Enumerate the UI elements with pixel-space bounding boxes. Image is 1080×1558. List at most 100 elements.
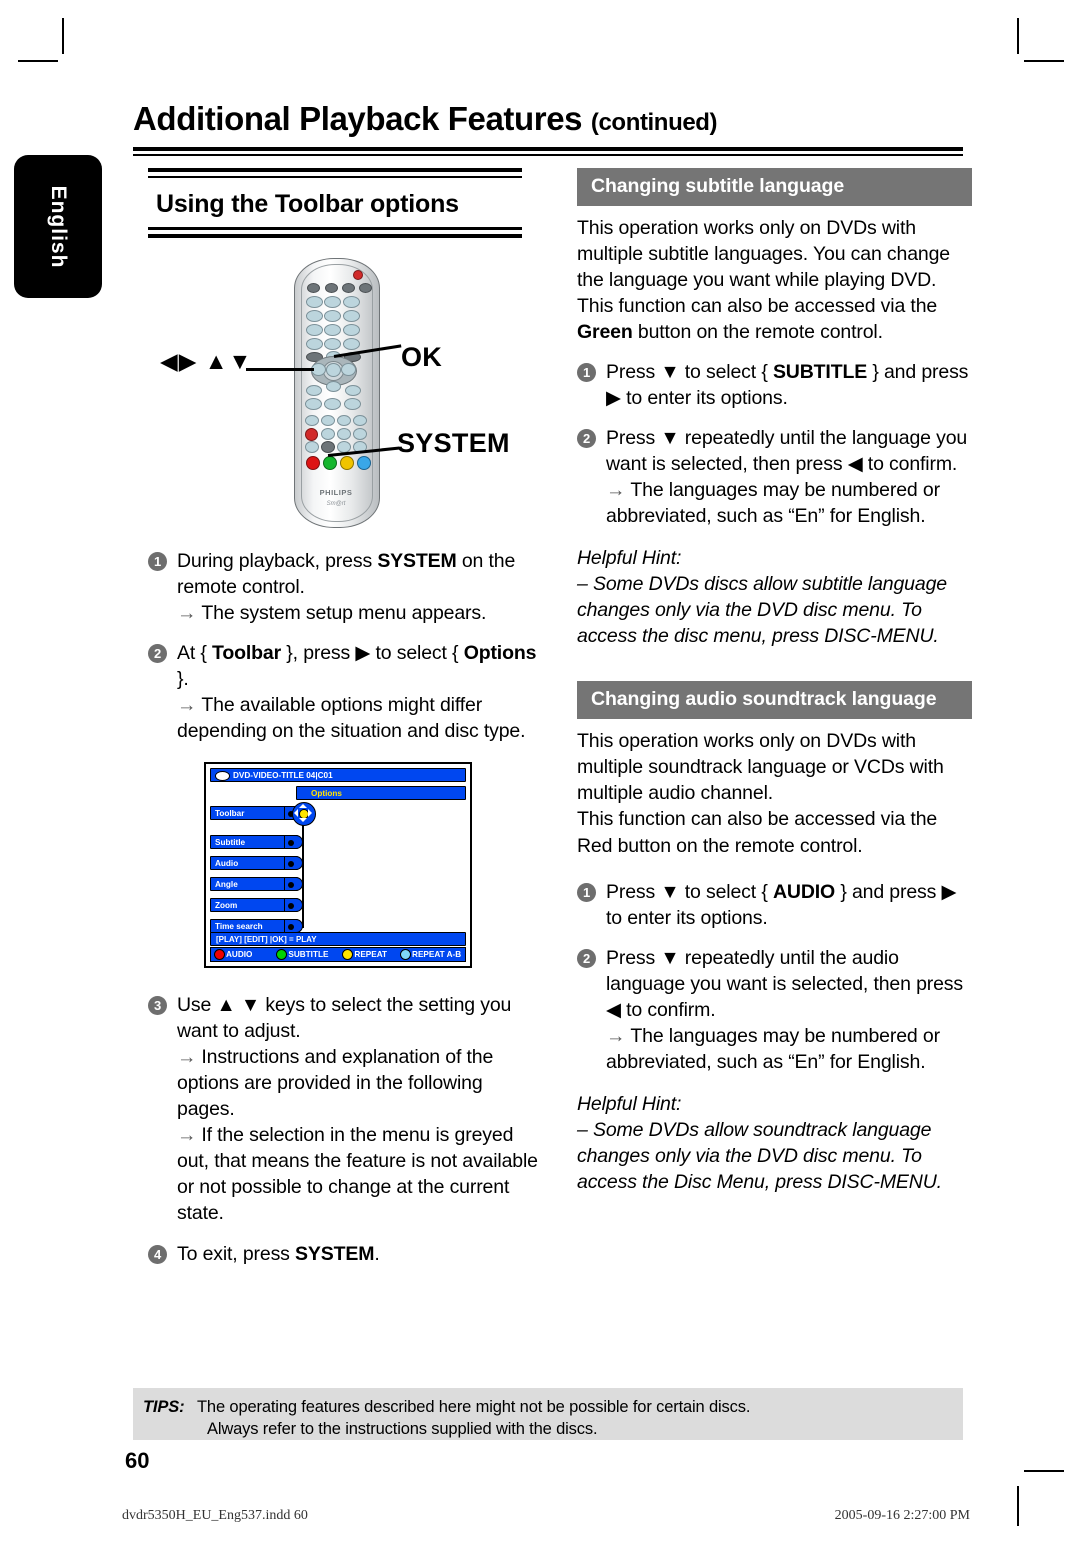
- remote-fn-6: [321, 428, 335, 440]
- remote-fn-8: [353, 428, 367, 440]
- subtitle-paragraph-2: This function can also be accessed via t…: [577, 295, 938, 344]
- remote-key-3: [343, 296, 360, 308]
- step-number: 1: [577, 882, 596, 902]
- step-note: → Instructions and explanation of the opt…: [177, 1046, 494, 1121]
- osd-knob-audio: [284, 856, 303, 871]
- osd-connector-line: [302, 818, 304, 929]
- standby-button-icon: [353, 270, 363, 280]
- step-text: Use ▲ ▼ keys to select the setting you w…: [177, 994, 512, 1043]
- section-heading-audio: Changing audio soundtrack language: [577, 681, 972, 720]
- header-rule-thick: [133, 147, 963, 151]
- helpful-hint-subtitle: Helpful Hint: – Some DVDs discs allow su…: [577, 545, 972, 649]
- step-number: 3: [148, 996, 167, 1016]
- footer-filename: dvdr5350H_EU_Eng537.indd 60: [122, 1508, 308, 1523]
- section-rule-top: [148, 168, 522, 178]
- step-number: 2: [577, 429, 596, 449]
- osd-color-button-repeat[interactable]: REPEAT: [342, 949, 387, 961]
- step-text: Press ▼ to select { AUDIO } and press ▶ …: [606, 880, 957, 929]
- osd-color-button-audio[interactable]: AUDIO: [214, 949, 252, 961]
- step-text: To exit, press SYSTEM.: [177, 1242, 380, 1265]
- step-item: 2 Press ▼ repeatedly until the audio lan…: [577, 945, 972, 1075]
- osd-knob-subtitle: [284, 835, 303, 850]
- tips-band: TIPS: The operating features described he…: [133, 1388, 963, 1440]
- dpad-glyph-label: ◀▶ ▲▼: [160, 348, 253, 374]
- step-item: 2 Press ▼ repeatedly until the language …: [577, 425, 972, 529]
- step-note: → The languages may be numbered or abbrev…: [606, 479, 940, 528]
- osd-status-bar: [PLAY] [EDIT] |OK] = PLAY: [210, 932, 466, 947]
- step-text: During playback, press SYSTEM on the rem…: [177, 550, 516, 599]
- crop-mark-bottom-right-h: [1024, 1470, 1064, 1472]
- remote-rew-button: [305, 398, 322, 410]
- onscreen-menu-screenshot: DVD-VIDEO-TITLE 04|C01 Options Toolbar S…: [204, 762, 472, 969]
- hint-body: – Some DVDs discs allow subtitle languag…: [577, 573, 947, 648]
- page-number: 60: [125, 1448, 150, 1473]
- step-note: → The system setup menu appears.: [177, 602, 487, 625]
- footer-timestamp: 2005-09-16 2:27:00 PM: [834, 1508, 970, 1523]
- philips-sublogo: Sm@rt: [326, 501, 346, 507]
- remote-key-0: [324, 338, 341, 350]
- remote-fn-2: [321, 415, 335, 426]
- audio-paragraph-2: This function can also be accessed via t…: [577, 808, 938, 857]
- step-item: 1 Press ▼ to select { SUBTITLE } and pre…: [577, 359, 972, 411]
- remote-fn-9: [305, 441, 319, 453]
- page-title-continued: (continued): [590, 109, 718, 136]
- left-column: Using the Toolbar options PHILIPS Sm@rt …: [148, 168, 543, 1267]
- philips-wordmark: PHILIPS: [319, 488, 353, 497]
- osd-color-button-repeat-ab[interactable]: REPEAT A-B: [400, 949, 461, 961]
- osd-title-bar: DVD-VIDEO-TITLE 04|C01: [210, 768, 466, 783]
- remote-key-5: [324, 310, 341, 322]
- step-number: 2: [148, 644, 167, 664]
- step-note: → The languages may be numbered or abbrev…: [606, 1024, 940, 1073]
- remote-key-2: [324, 296, 341, 308]
- osd-knob-time-search: [284, 919, 303, 934]
- audio-paragraph-1: This operation works only on DVDs with m…: [577, 730, 944, 805]
- section-heading-subtitle: Changing subtitle language: [577, 168, 972, 206]
- step-item: 1 Press ▼ to select { AUDIO } and press …: [577, 879, 972, 931]
- step-item: 3 Use ▲ ▼ keys to select the setting you…: [148, 992, 543, 1226]
- remote-next-button: [345, 385, 361, 396]
- remote-key-8: [324, 324, 341, 336]
- green-dot-icon: [276, 949, 288, 961]
- system-callout-label: SYSTEM: [397, 428, 510, 458]
- step-number: 1: [148, 552, 167, 571]
- step-item: 1 During playback, press SYSTEM on the r…: [148, 548, 543, 626]
- remote-key-1: [306, 296, 323, 308]
- step-number: 1: [577, 363, 596, 383]
- osd-knob-angle: [284, 877, 303, 892]
- subtitle-paragraph-1: This operation works only on DVDs with m…: [577, 216, 951, 292]
- nav-right-button-icon: [341, 363, 356, 376]
- osd-color-button-subtitle[interactable]: SUBTITLE: [276, 949, 328, 961]
- remote-fn-3: [337, 415, 351, 426]
- language-tab: English: [14, 155, 102, 298]
- page-title-main: Additional Playback Features: [133, 100, 583, 137]
- remote-top-button-4: [359, 283, 372, 293]
- helpful-hint-audio: Helpful Hint: – Some DVDs allow soundtra…: [577, 1091, 972, 1195]
- osd-options-bar: Options: [296, 786, 466, 801]
- remote-system-button: [321, 441, 335, 453]
- hint-title: Helpful Hint:: [577, 1092, 682, 1115]
- step-text: Press ▼ to select { SUBTITLE } and press…: [606, 361, 969, 410]
- yellow-dot-icon: [342, 949, 354, 961]
- section-rule-bottom: [148, 227, 522, 238]
- remote-play-button: [324, 398, 341, 410]
- remote-fn-7: [337, 428, 351, 440]
- tips-line-1: TIPS: The operating features described he…: [143, 1396, 963, 1418]
- step-text: Press ▼ repeatedly until the audio langu…: [606, 946, 963, 1021]
- remote-yellow-button-icon: [340, 456, 354, 470]
- remote-top-button-3: [342, 283, 355, 293]
- arrow-icon: →: [606, 1024, 626, 1047]
- remote-red-button-icon: [306, 456, 320, 470]
- crop-mark-bottom-right-v: [1017, 1486, 1019, 1526]
- arrow-icon: →: [177, 602, 197, 625]
- tips-label: TIPS:: [143, 1398, 185, 1416]
- remote-top-button-1: [307, 283, 320, 293]
- step-text: At { Toolbar }, press ▶ to select { Opti…: [177, 642, 537, 691]
- arrow-icon: →: [177, 694, 197, 717]
- remote-key-4: [306, 310, 323, 322]
- crop-mark-top-left-v: [62, 18, 64, 54]
- remote-key-9: [343, 324, 360, 336]
- osd-dpad-arrow-left: [294, 809, 298, 818]
- section-heading-toolbar: Using the Toolbar options: [156, 190, 459, 218]
- remote-fn-1: [305, 415, 319, 426]
- step-number: 2: [577, 948, 596, 968]
